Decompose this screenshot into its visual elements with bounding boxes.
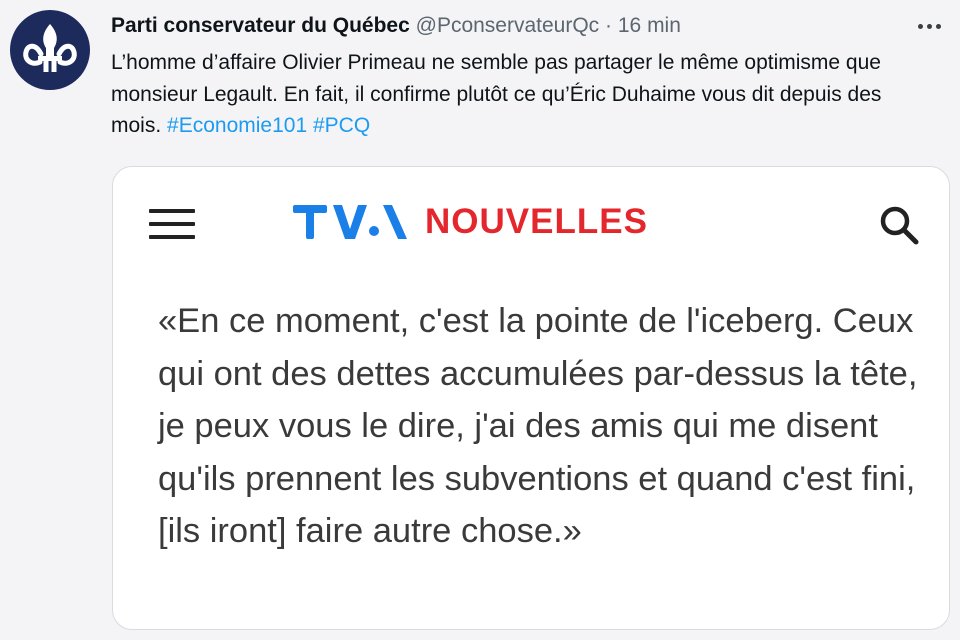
fleur-de-lis-logo-icon — [23, 24, 77, 72]
embedded-image-card[interactable]: NOUVELLES «En ce moment, c'est la pointe… — [112, 166, 950, 630]
tweet-header: Parti conservateur du Québec @Pconservat… — [111, 12, 911, 40]
more-options-icon[interactable] — [914, 14, 944, 38]
tva-logo-mark — [293, 205, 407, 239]
author-handle[interactable]: @PconservateurQc — [416, 14, 600, 37]
hamburger-menu-icon — [149, 209, 195, 239]
article-quote: «En ce moment, c'est la pointe de l'iceb… — [158, 302, 918, 550]
tweet-timestamp[interactable]: 16 min — [618, 14, 681, 37]
avatar[interactable] — [10, 10, 90, 90]
author-name[interactable]: Parti conservateur du Québec — [111, 14, 410, 37]
hashtag-link[interactable]: #Economie101 — [167, 114, 307, 137]
search-icon — [880, 206, 919, 245]
separator-dot: · — [605, 14, 613, 37]
tweet-text: L’homme d’affaire Olivier Primeau ne sem… — [111, 47, 931, 142]
tva-nouvelles-logo: NOUVELLES — [293, 201, 648, 243]
hashtag-link[interactable]: #PCQ — [313, 114, 370, 137]
logo-nouvelles-text: NOUVELLES — [425, 202, 648, 241]
